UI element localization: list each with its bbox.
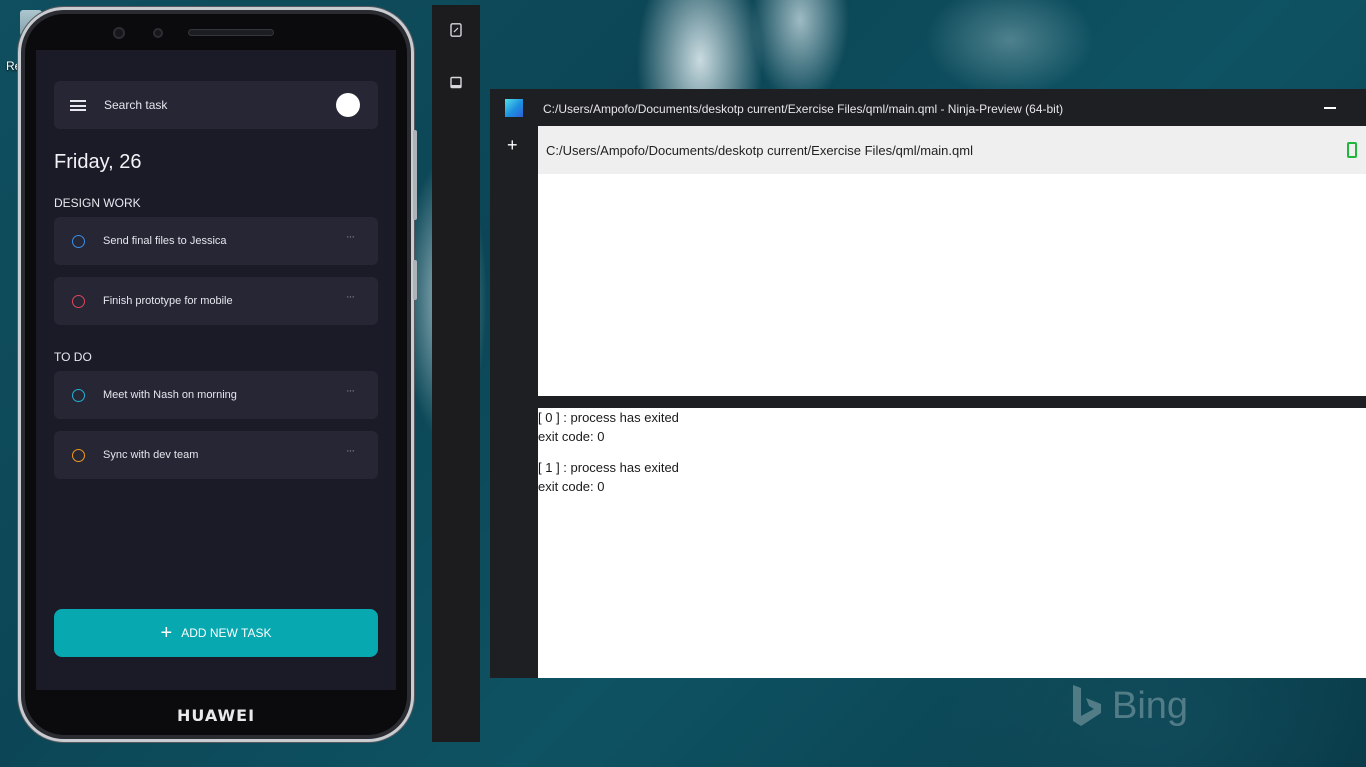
bing-watermark: Bing xyxy=(1070,683,1188,729)
search-input[interactable]: Search task xyxy=(104,98,167,112)
task-more-icon[interactable]: ··· xyxy=(346,291,355,303)
task-label: Send final files to Jessica xyxy=(103,235,227,247)
ninja-preview-logo-icon xyxy=(505,99,523,117)
task-checkbox-icon[interactable] xyxy=(72,295,85,308)
window-title: C:/Users/Ampofo/Documents/deskotp curren… xyxy=(543,102,1064,116)
console-line: exit code: 0 xyxy=(538,479,605,494)
task-label: Sync with dev team xyxy=(103,449,199,461)
panel-divider[interactable] xyxy=(538,396,1366,408)
task-more-icon[interactable]: ··· xyxy=(346,445,355,457)
task-label: Meet with Nash on morning xyxy=(103,389,237,401)
add-button-label: ADD NEW TASK xyxy=(181,626,272,640)
task-checkbox-icon[interactable] xyxy=(72,449,85,462)
console-line: exit code: 0 xyxy=(538,429,605,444)
device-indicator-icon[interactable] xyxy=(1347,142,1357,158)
volume-button xyxy=(413,130,417,220)
task-label: Finish prototype for mobile xyxy=(103,295,233,307)
search-bar[interactable]: Search task xyxy=(54,81,378,129)
theme-toggle[interactable] xyxy=(336,93,360,117)
rotate-device-icon[interactable] xyxy=(450,23,462,37)
task-checkbox-icon[interactable] xyxy=(72,389,85,402)
sensor-icon xyxy=(153,28,163,38)
menu-icon[interactable] xyxy=(70,100,86,111)
power-button xyxy=(413,260,417,300)
front-camera-icon xyxy=(113,27,125,39)
section-title-design-work: DESIGN WORK xyxy=(54,196,141,210)
minimize-icon[interactable] xyxy=(1324,107,1336,109)
task-more-icon[interactable]: ··· xyxy=(346,231,355,243)
bing-logo-icon xyxy=(1073,685,1101,726)
phone-screen: Search task Friday, 26 DESIGN WORK Send … xyxy=(36,50,396,690)
earpiece-speaker xyxy=(188,29,274,36)
add-new-task-button[interactable]: + ADD NEW TASK xyxy=(54,609,378,657)
section-title-to-do: TO DO xyxy=(54,350,92,364)
file-path-bar[interactable]: C:/Users/Ampofo/Documents/deskotp curren… xyxy=(538,126,1366,174)
plus-icon: + xyxy=(160,622,173,644)
window-titlebar[interactable]: C:/Users/Ampofo/Documents/deskotp curren… xyxy=(490,89,1366,126)
task-checkbox-icon[interactable] xyxy=(72,235,85,248)
ninja-preview-window: C:/Users/Ampofo/Documents/deskotp curren… xyxy=(490,89,1366,678)
emulator-toolbar xyxy=(432,5,480,742)
task-item[interactable]: Send final files to Jessica ··· xyxy=(54,217,378,265)
console-line: [ 0 ] : process has exited xyxy=(538,410,679,425)
bing-text: Bing xyxy=(1112,684,1189,727)
phone-frame: Search task Friday, 26 DESIGN WORK Send … xyxy=(18,7,417,742)
console-line: [ 1 ] : process has exited xyxy=(538,460,679,475)
task-item[interactable]: Sync with dev team ··· xyxy=(54,431,378,479)
tablet-view-icon[interactable] xyxy=(450,76,462,90)
task-item[interactable]: Meet with Nash on morning ··· xyxy=(54,371,378,419)
add-file-button[interactable]: + xyxy=(507,136,518,154)
task-item[interactable]: Finish prototype for mobile ··· xyxy=(54,277,378,325)
date-heading: Friday, 26 xyxy=(54,151,142,173)
preview-area xyxy=(538,174,1366,396)
file-path: C:/Users/Ampofo/Documents/deskotp curren… xyxy=(546,143,973,158)
console-output: [ 0 ] : process has exited exit code: 0 … xyxy=(538,408,1366,678)
left-rail: + xyxy=(490,126,538,678)
task-more-icon[interactable]: ··· xyxy=(346,385,355,397)
phone-brand: HUAWEI xyxy=(176,706,256,725)
